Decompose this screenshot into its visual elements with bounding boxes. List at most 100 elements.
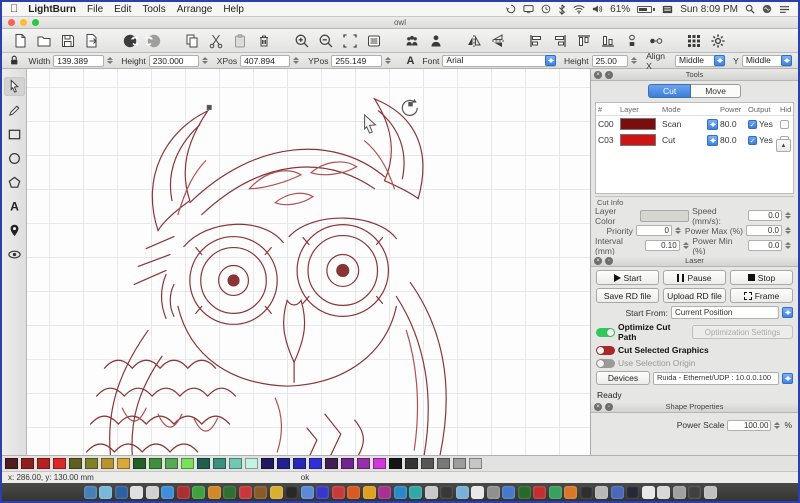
align-left-button[interactable] (524, 31, 548, 51)
siri-icon[interactable] (762, 4, 772, 14)
dock-app-icon[interactable] (533, 485, 546, 499)
palette-color-swatch[interactable] (229, 458, 242, 469)
save-button[interactable] (56, 31, 80, 51)
dock-app-icon[interactable] (455, 485, 469, 499)
dock-app-icon[interactable] (130, 485, 143, 499)
dock-app-icon[interactable] (300, 485, 314, 499)
menubar-clock[interactable]: Sun 8:09 PM (680, 4, 738, 15)
laser-panel-close-button[interactable]: × (594, 256, 602, 265)
dock-app-icon[interactable] (207, 485, 221, 499)
palette-color-swatch[interactable] (101, 458, 114, 469)
height-stepper[interactable] (202, 55, 209, 67)
lock-icon[interactable] (8, 54, 20, 67)
layer-scroll-up-button[interactable]: ▲ (776, 139, 791, 152)
cut-selected-graphics-toggle[interactable] (596, 345, 615, 355)
priority-stepper[interactable] (674, 225, 682, 237)
palette-color-swatch[interactable] (453, 458, 466, 469)
upload-rd-file-button[interactable]: Upload RD file (663, 288, 726, 303)
export-button[interactable] (80, 31, 104, 51)
hide-checkbox[interactable] (780, 119, 789, 129)
menu-help[interactable]: Help (223, 4, 244, 15)
align-x-dropdown-icon[interactable] (714, 55, 726, 66)
apple-menu-icon[interactable]:  (10, 3, 18, 15)
font-height-stepper[interactable] (631, 55, 638, 67)
font-select[interactable]: Arial (442, 54, 556, 67)
output-checkbox[interactable]: ✓ (748, 119, 757, 129)
start-from-select[interactable]: Current Position (671, 306, 779, 319)
width-input[interactable]: 139.389 (53, 54, 104, 67)
dock-app-icon[interactable] (347, 485, 360, 499)
paste-button[interactable] (228, 31, 252, 51)
dock-app-icon[interactable] (285, 485, 298, 499)
menu-edit[interactable]: Edit (114, 4, 131, 15)
person-button[interactable] (424, 31, 448, 51)
save-rd-file-button[interactable]: Save RD file (596, 288, 659, 303)
font-height-input[interactable]: 25.00 (591, 54, 629, 67)
dock-app-icon[interactable] (595, 485, 608, 499)
dock-app-icon[interactable] (316, 485, 329, 499)
pause-button[interactable]: Pause (663, 270, 726, 285)
shape-panel-close-button[interactable]: × (594, 402, 602, 411)
align-top-button[interactable] (572, 31, 596, 51)
device-dropdown-icon[interactable] (782, 372, 793, 384)
dock-app-icon[interactable] (238, 485, 252, 499)
dock-app-icon[interactable] (657, 485, 670, 499)
rectangle-tool-button[interactable] (4, 125, 25, 144)
cut-layer-row[interactable]: C00 Scan 80.0 ✓ Yes (596, 116, 793, 132)
devices-button[interactable]: Devices (596, 371, 650, 385)
palette-color-swatch[interactable] (133, 458, 146, 469)
dock-trash-icon[interactable] (703, 485, 717, 499)
polygon-tool-button[interactable] (4, 173, 25, 192)
tab-cut[interactable]: Cut (647, 84, 692, 98)
start-from-dropdown-icon[interactable] (782, 307, 793, 318)
ellipse-tool-button[interactable] (4, 149, 25, 168)
xpos-input[interactable]: 407.894 (240, 54, 291, 67)
time-machine-icon[interactable] (506, 4, 516, 14)
input-source-icon[interactable] (662, 5, 673, 14)
palette-color-swatch[interactable] (341, 458, 354, 469)
dock-app-icon[interactable] (145, 485, 159, 499)
group-button[interactable] (400, 31, 424, 51)
dock-app-icon[interactable] (471, 485, 484, 499)
palette-color-swatch[interactable] (245, 458, 258, 469)
palette-color-swatch[interactable] (469, 458, 482, 469)
distribute-h-button[interactable] (644, 31, 668, 51)
cuts-panel-detach-button[interactable]: ◦ (605, 70, 613, 79)
palette-color-swatch[interactable] (325, 458, 338, 469)
layer-color-button[interactable] (639, 209, 690, 222)
palette-color-swatch[interactable] (53, 458, 66, 469)
dock-app-icon[interactable] (610, 485, 624, 499)
palette-color-swatch[interactable] (421, 458, 434, 469)
zoom-out-button[interactable] (314, 31, 338, 51)
palette-color-swatch[interactable] (21, 458, 34, 469)
power-max-input[interactable]: 0.0 (746, 225, 782, 236)
spotlight-icon[interactable] (745, 4, 755, 14)
ypos-stepper[interactable] (384, 55, 392, 67)
dock-app-icon[interactable] (254, 485, 267, 499)
dock-app-icon[interactable] (83, 485, 97, 499)
palette-color-swatch[interactable] (181, 458, 194, 469)
shape-panel-detach-button[interactable]: ◦ (605, 402, 613, 411)
power-scale-stepper[interactable] (774, 419, 781, 431)
owl-drawing[interactable] (27, 69, 590, 455)
eye-tool-button[interactable] (4, 245, 25, 264)
grid-array-button[interactable] (682, 31, 706, 51)
preview-button[interactable] (362, 31, 386, 51)
dock-app-icon[interactable] (362, 485, 376, 499)
cuts-panel-close-button[interactable]: × (594, 70, 602, 79)
clock-icon[interactable] (541, 4, 551, 14)
dock-app-icon[interactable] (223, 485, 236, 499)
dock-app-icon[interactable] (440, 485, 453, 499)
text-tool-button[interactable]: A (4, 197, 25, 216)
dock-app-icon[interactable] (409, 485, 422, 499)
device-select[interactable]: Ruida - Ethernet/UDP : 10.0.0.100 (653, 371, 779, 385)
height-input[interactable]: 230.000 (148, 54, 200, 67)
palette-color-swatch[interactable] (5, 458, 18, 469)
palette-color-swatch[interactable] (197, 458, 210, 469)
stop-button[interactable]: Stop (730, 270, 793, 285)
dock-app-icon[interactable] (424, 485, 438, 499)
dock-app-icon[interactable] (688, 485, 701, 499)
palette-color-swatch[interactable] (165, 458, 178, 469)
undo-button[interactable] (118, 31, 142, 51)
file-new-button[interactable] (8, 31, 32, 51)
